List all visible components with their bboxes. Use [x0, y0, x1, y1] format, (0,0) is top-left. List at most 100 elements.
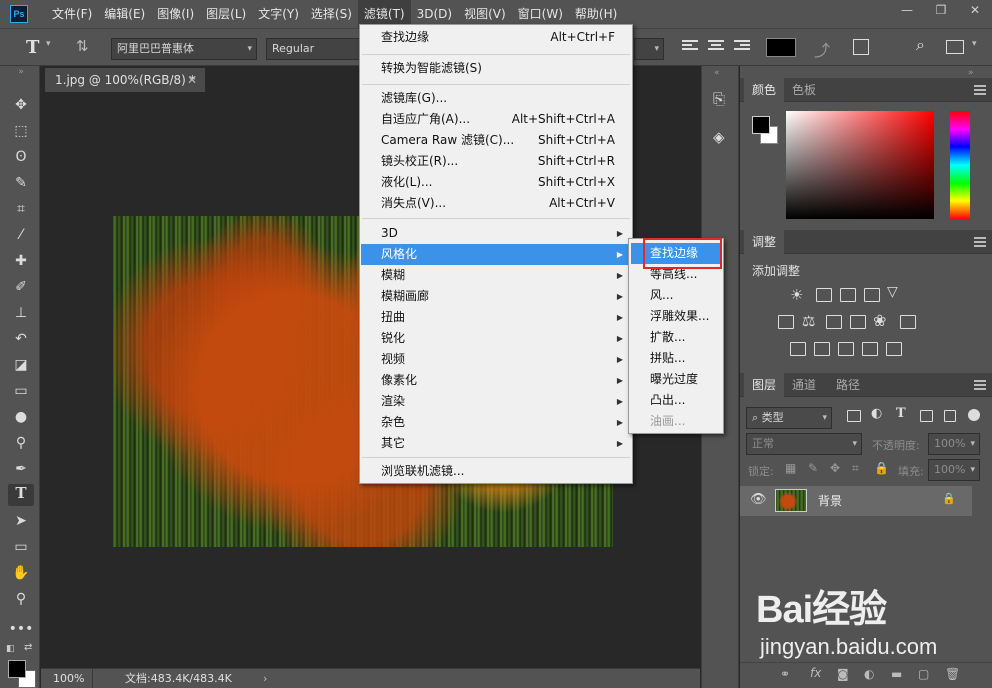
text-color-swatch[interactable]	[766, 38, 796, 57]
default-colors-icon[interactable]: ◧	[6, 644, 15, 654]
submenu-item-solarize[interactable]: 曝光过度	[631, 369, 721, 390]
lock-transparent-icon[interactable]: ▦	[785, 461, 796, 475]
chevron-right-icon[interactable]: ›	[263, 669, 267, 688]
vibrance-icon[interactable]: ▽	[887, 284, 898, 300]
opacity-input[interactable]: 100% ▾	[928, 433, 980, 455]
adjustment-layer-icon[interactable]: ◐	[864, 667, 874, 681]
menu-edit[interactable]: 编辑(E)	[98, 0, 151, 28]
zoom-level[interactable]: 100%	[41, 669, 93, 688]
curves-icon[interactable]	[840, 288, 856, 302]
black-white-icon[interactable]	[826, 315, 842, 329]
fill-input[interactable]: 100% ▾	[928, 459, 980, 481]
warp-text-icon[interactable]: ⤴	[814, 37, 830, 61]
gradient-tool-icon[interactable]: ▭	[8, 380, 34, 402]
marquee-tool-icon[interactable]: ⬚	[8, 120, 34, 142]
quick-select-tool-icon[interactable]: ✎	[8, 172, 34, 194]
pen-tool-icon[interactable]: ✒	[8, 458, 34, 480]
color-lookup-icon[interactable]	[900, 315, 916, 329]
search-icon[interactable]: ⌕	[916, 35, 925, 55]
menu-image[interactable]: 图像(I)	[151, 0, 200, 28]
menu-item-other[interactable]: 其它 ▶	[361, 433, 631, 454]
menu-item-video[interactable]: 视频 ▶	[361, 349, 631, 370]
menu-select[interactable]: 选择(S)	[305, 0, 358, 28]
menu-item-convert-smart-filter[interactable]: 转换为智能滤镜(S)	[361, 58, 631, 79]
blend-mode-select[interactable]: 正常 ▾	[746, 433, 862, 455]
tool-preset-caret-icon[interactable]: ▾	[46, 39, 51, 49]
filter-adjustment-icon[interactable]: ◐	[871, 406, 882, 421]
history-brush-tool-icon[interactable]: ↶	[8, 328, 34, 350]
close-icon[interactable]: ✕	[187, 68, 197, 92]
menu-item-browse-filters-online[interactable]: 浏览联机滤镜...	[361, 461, 631, 482]
lock-all-icon[interactable]: 🔒	[874, 461, 889, 475]
posterize-icon[interactable]	[814, 342, 830, 356]
menu-type[interactable]: 文字(Y)	[252, 0, 305, 28]
tab-color[interactable]: 颜色	[744, 78, 785, 102]
workspace-icon[interactable]	[946, 40, 964, 54]
collapse-arrows-icon[interactable]: «	[714, 68, 720, 78]
panel-menu-icon[interactable]	[974, 380, 986, 390]
healing-brush-tool-icon[interactable]: ✚	[8, 250, 34, 272]
lasso-tool-icon[interactable]: ʘ	[8, 146, 34, 168]
font-family-select[interactable]: 阿里巴巴普惠体 ▾	[111, 38, 257, 60]
levels-icon[interactable]	[816, 288, 832, 302]
tab-layers[interactable]: 图层	[744, 373, 785, 397]
foreground-color-swatch[interactable]	[752, 116, 770, 134]
history-panel-icon[interactable]: ⎘	[713, 90, 725, 108]
color-field[interactable]	[786, 111, 934, 219]
submenu-item-tiles[interactable]: 拼贴...	[631, 348, 721, 369]
mask-icon[interactable]: ◙	[837, 667, 849, 681]
menu-file[interactable]: 文件(F)	[46, 0, 98, 28]
menu-item-blur-gallery[interactable]: 模糊画廊 ▶	[361, 286, 631, 307]
selective-color-icon[interactable]	[862, 342, 878, 356]
foreground-color-swatch[interactable]	[8, 660, 26, 678]
align-left-icon[interactable]	[682, 40, 698, 54]
layer-row[interactable]: 👁 背景 🔒	[740, 486, 972, 516]
align-center-icon[interactable]	[708, 40, 724, 54]
threshold-icon[interactable]	[838, 342, 854, 356]
move-tool-icon[interactable]: ✥	[8, 94, 34, 116]
close-icon[interactable]: ✕	[958, 0, 992, 20]
minimize-icon[interactable]: —	[890, 0, 924, 20]
hue-slider[interactable]	[950, 111, 970, 219]
tab-swatches[interactable]: 色板	[784, 78, 824, 102]
visibility-eye-icon[interactable]: 👁	[750, 492, 767, 507]
filter-smart-object-icon[interactable]	[944, 410, 956, 422]
submenu-item-extrude[interactable]: 凸出...	[631, 390, 721, 411]
menu-item-pixelate[interactable]: 像素化 ▶	[361, 370, 631, 391]
restore-icon[interactable]: ❐	[924, 0, 958, 20]
menu-layer[interactable]: 图层(L)	[200, 0, 252, 28]
menu-item-3d[interactable]: 3D ▶	[361, 223, 631, 244]
trash-icon[interactable]: 🗑	[945, 667, 960, 681]
lock-position-icon[interactable]: ✥	[830, 461, 840, 475]
collapse-arrows-icon[interactable]: »	[968, 68, 974, 78]
menu-item-render[interactable]: 渲染 ▶	[361, 391, 631, 412]
tab-paths[interactable]: 路径	[828, 373, 868, 397]
gradient-map-icon[interactable]	[886, 342, 902, 356]
submenu-item-wind[interactable]: 风...	[631, 285, 721, 306]
text-orientation-icon[interactable]: ⇅	[76, 37, 89, 55]
menu-item-stylize[interactable]: 风格化 ▶	[361, 244, 631, 265]
more-tools-icon[interactable]: •••	[8, 618, 34, 640]
panel-menu-icon[interactable]	[974, 85, 986, 95]
tab-adjustments[interactable]: 调整	[744, 230, 785, 254]
menu-item-find-edges-last[interactable]: 查找边缘 Alt+Ctrl+F	[361, 27, 631, 48]
menu-item-blur[interactable]: 模糊 ▶	[361, 265, 631, 286]
menu-item-lens-correction[interactable]: 镜头校正(R)... Shift+Ctrl+R	[361, 151, 631, 172]
filter-type-icon[interactable]: T	[896, 406, 906, 421]
menu-item-liquify[interactable]: 液化(L)... Shift+Ctrl+X	[361, 172, 631, 193]
crop-tool-icon[interactable]: ⌗	[8, 198, 34, 220]
character-panel-icon[interactable]	[853, 39, 869, 55]
link-layers-icon[interactable]: ⚭	[780, 667, 790, 681]
lock-artboard-icon[interactable]: ⌗	[852, 461, 859, 476]
submenu-item-emboss[interactable]: 浮雕效果...	[631, 306, 721, 327]
blur-tool-icon[interactable]: ●	[8, 406, 34, 428]
zoom-tool-icon[interactable]: ⚲	[8, 588, 34, 610]
submenu-item-diffuse[interactable]: 扩散...	[631, 327, 721, 348]
menu-item-camera-raw[interactable]: Camera Raw 滤镜(C)... Shift+Ctrl+A	[361, 130, 631, 151]
filter-shape-icon[interactable]	[920, 410, 933, 422]
menu-item-vanishing-point[interactable]: 消失点(V)... Alt+Ctrl+V	[361, 193, 631, 214]
3d-panel-icon[interactable]: ◈	[713, 128, 725, 146]
exposure-icon[interactable]	[864, 288, 880, 302]
layer-filter-select[interactable]: ⌕ 类型 ▾	[746, 407, 832, 429]
brush-tool-icon[interactable]: ✐	[8, 276, 34, 298]
